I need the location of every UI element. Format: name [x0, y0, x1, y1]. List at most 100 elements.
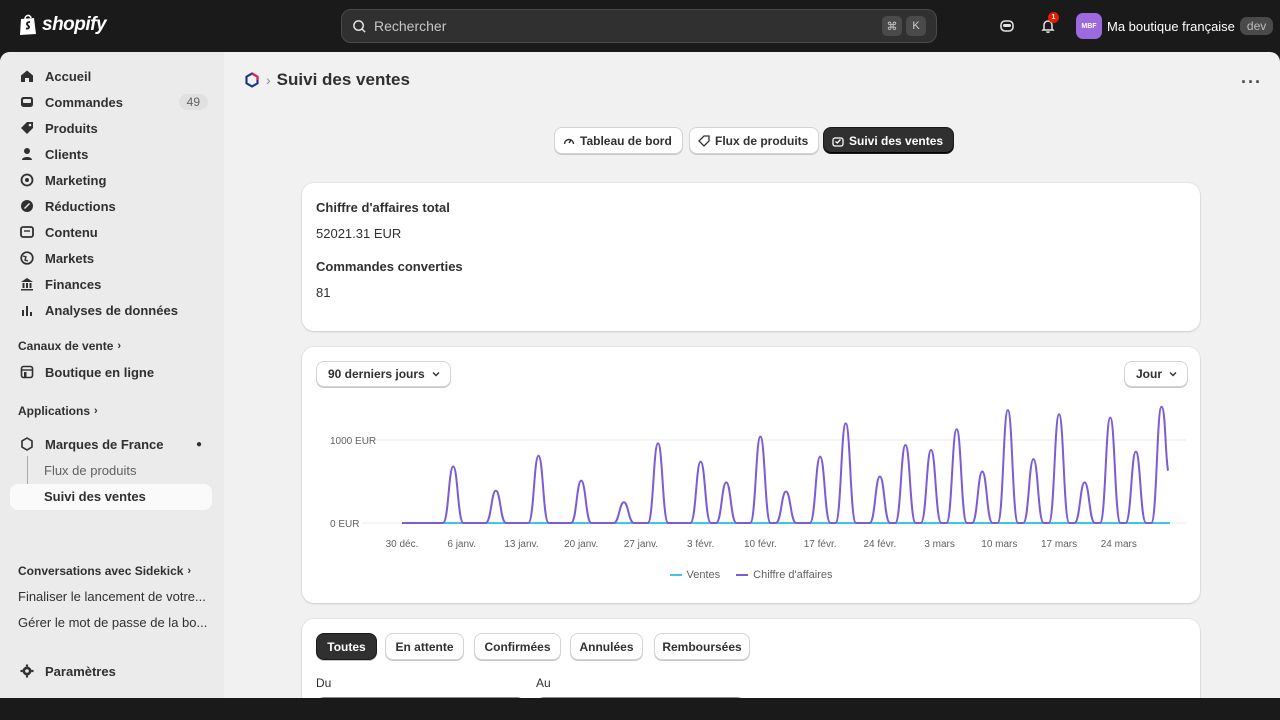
- sidebar-item-clients[interactable]: Clients: [10, 141, 212, 167]
- sidebar-item-contenu[interactable]: Contenu: [10, 219, 212, 245]
- sidebar-item-finances[interactable]: Finances: [10, 271, 212, 297]
- sidebar-item-online-store[interactable]: Boutique en ligne: [10, 359, 212, 385]
- chevron-right-icon: ›: [94, 405, 98, 417]
- sidekick-conversation-2[interactable]: Gérer le mot de passe de la bo...: [18, 615, 207, 630]
- x-tick-label: 3 févr.: [687, 539, 714, 550]
- sidekick-button[interactable]: [996, 15, 1018, 37]
- y-tick-label: 0 EUR: [330, 519, 359, 530]
- sidebar-item-commandes[interactable]: Commandes 49: [10, 89, 212, 115]
- shortcut-key-cmd: ⌘: [882, 16, 902, 36]
- page-title: Suivi des ventes: [276, 70, 410, 89]
- section-label: Conversations avec Sidekick: [18, 564, 184, 578]
- legend-swatch: [736, 574, 749, 576]
- admin-frame: Accueil Commandes 49 Produits Clients Ma…: [0, 52, 1280, 698]
- pin-dot-icon[interactable]: ●: [196, 439, 202, 450]
- sidebar-item-markets[interactable]: Markets: [10, 245, 212, 271]
- gauge-icon: [563, 138, 575, 144]
- bank-icon: [21, 278, 33, 291]
- search-input[interactable]: [374, 18, 878, 34]
- notification-count-badge: 1: [1048, 12, 1059, 23]
- filter-en-attente[interactable]: En attente: [385, 633, 464, 660]
- sidebar-item-reductions[interactable]: Réductions: [10, 193, 212, 219]
- sidebar-item-label: Produits: [45, 120, 98, 136]
- sidekick-section[interactable]: Conversations avec Sidekick ›: [18, 564, 191, 578]
- sales-channels-section[interactable]: Canaux de vente ›: [18, 339, 121, 353]
- stats-card: Chiffre d'affaires total 52021.31 EUR Co…: [302, 183, 1200, 331]
- sidebar-item-label: Marques de France: [45, 436, 164, 452]
- tab-suivi-des-ventes[interactable]: Suivi des ventes: [823, 127, 955, 154]
- to-date-field[interactable]: [536, 697, 745, 698]
- sidebar-item-label: Réductions: [45, 198, 116, 214]
- discount-icon: [21, 200, 33, 212]
- x-tick-label: 10 févr.: [744, 539, 777, 550]
- sidebar-item-label: Paramètres: [45, 663, 116, 679]
- sidebar-subitem-flux[interactable]: Flux de produits: [44, 463, 137, 478]
- tab-label: Suivi des ventes: [849, 133, 944, 148]
- sidebar-item-label: Finances: [45, 276, 102, 292]
- target-icon: [20, 173, 34, 187]
- section-label: Applications: [18, 404, 91, 418]
- bar-chart-icon: [22, 306, 32, 316]
- notifications-button[interactable]: 1: [1037, 12, 1059, 37]
- filter-toutes[interactable]: Toutes: [316, 633, 377, 660]
- sidekick-icon: [1000, 20, 1014, 32]
- x-tick-label: 27 janv.: [624, 539, 658, 550]
- filter-remboursees[interactable]: Remboursées: [654, 633, 750, 660]
- tab-label: Flux de produits: [715, 133, 809, 148]
- content-icon: [20, 226, 34, 238]
- sidebar-item-marketing[interactable]: Marketing: [10, 167, 212, 193]
- legend-item-chiffre[interactable]: Chiffre d'affaires: [736, 569, 833, 581]
- tag-outline-icon: [698, 134, 710, 147]
- sidekick-conversation-1[interactable]: Finaliser le lancement de votre...: [18, 589, 206, 604]
- sidebar-item-produits[interactable]: Produits: [10, 115, 212, 141]
- inbox-check-icon: [832, 136, 844, 147]
- tab-tableau-de-bord[interactable]: Tableau de bord: [554, 127, 683, 154]
- page-header: › Suivi des ventes: [244, 70, 410, 90]
- search-bar[interactable]: ⌘ K: [341, 9, 937, 43]
- sidebar-item-analyses[interactable]: Analyses de données: [10, 297, 212, 323]
- section-label: Canaux de vente: [18, 339, 114, 353]
- shortcut-key-k: K: [906, 16, 926, 36]
- inbox-icon: [21, 97, 33, 107]
- sidebar: Accueil Commandes 49 Produits Clients Ma…: [0, 52, 224, 698]
- orders-filter-card: Toutes En attente Confirmées Annulées Re…: [302, 619, 1200, 698]
- sidebar-item-label: Markets: [45, 250, 95, 266]
- chart-legend: Ventes Chiffre d'affaires: [302, 569, 1200, 581]
- more-actions-icon[interactable]: ···: [1241, 72, 1262, 93]
- app-hexagon-icon: [21, 437, 33, 451]
- y-tick-label: 1000 EUR: [330, 436, 376, 447]
- revenue-label: Chiffre d'affaires total: [316, 200, 450, 215]
- sidebar-item-label: Accueil: [45, 68, 92, 84]
- shopify-logo[interactable]: shopify: [18, 13, 107, 36]
- sidebar-item-settings[interactable]: Paramètres: [10, 658, 212, 684]
- search-icon: [353, 19, 366, 33]
- legend-item-ventes[interactable]: Ventes: [669, 569, 720, 581]
- sales-chart: 0 EUR 1000 EUR 30 déc. 6 janv. 13 janv. 20 ja…: [330, 405, 1186, 550]
- from-date-field[interactable]: [316, 697, 525, 698]
- chevron-right-icon: ›: [187, 565, 192, 577]
- revenue-value: 52021.31 EUR: [316, 226, 402, 241]
- to-label: Au: [536, 676, 551, 690]
- filter-annulees[interactable]: Annulées: [570, 633, 643, 660]
- sidebar-subitem-suivi[interactable]: Suivi des ventes: [44, 489, 146, 504]
- home-icon: [21, 70, 33, 82]
- store-switcher[interactable]: MBF Ma boutique française dev: [1076, 13, 1274, 39]
- app-logo-icon[interactable]: [244, 72, 260, 88]
- store-avatar: MBF: [1076, 13, 1102, 39]
- series-line-chiffre-affaires: [402, 405, 1169, 524]
- sidebar-item-label: Boutique en ligne: [45, 364, 155, 380]
- x-tick-label: 30 déc.: [386, 539, 419, 550]
- sidebar-item-label: Contenu: [45, 224, 98, 240]
- shopify-bag-icon: [20, 14, 36, 35]
- legend-swatch: [669, 574, 682, 576]
- sidebar-item-label: Commandes: [45, 94, 124, 110]
- tab-flux-de-produits[interactable]: Flux de produits: [689, 127, 820, 154]
- apps-section[interactable]: Applications ›: [18, 404, 98, 418]
- sidebar-item-label: Analyses de données: [45, 302, 178, 318]
- sidebar-item-accueil[interactable]: Accueil: [10, 63, 212, 89]
- env-badge: dev: [1239, 17, 1274, 35]
- x-tick-label: 17 mars: [1041, 539, 1077, 550]
- sidebar-item-marques-de-france[interactable]: Marques de France ●: [10, 431, 212, 457]
- filter-confirmees[interactable]: Confirmées: [474, 633, 561, 660]
- sidebar-item-label: Clients: [45, 146, 89, 162]
